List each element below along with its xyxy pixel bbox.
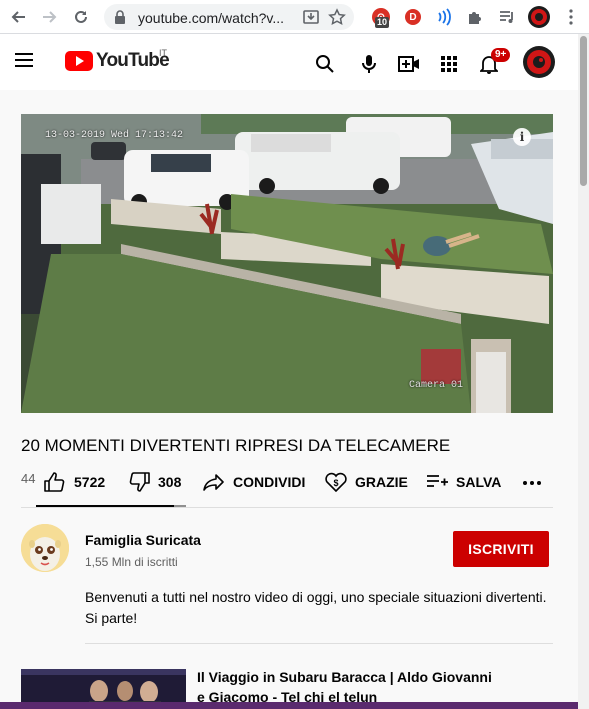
viewport: { "browser": { "url": "youtube.com/watch… — [0, 0, 589, 709]
divider — [21, 507, 553, 508]
video-timestamp-overlay: 13-03-2019 Wed 17:13:42 — [45, 130, 184, 141]
svg-text:$: $ — [333, 478, 338, 488]
dislike-count: 308 — [158, 474, 182, 490]
extension-d-icon[interactable]: D — [402, 6, 424, 28]
like-button[interactable]: 5722 — [44, 470, 105, 494]
view-count-partial: 44 — [21, 471, 36, 486]
video-camera-label: Camera 01 — [408, 380, 463, 391]
search-icon[interactable] — [313, 52, 337, 76]
youtube-play-icon — [65, 51, 93, 71]
subscriber-count: 1,55 Mln di iscritti — [85, 555, 178, 569]
youtube-logo[interactable]: YouTube — [65, 50, 170, 72]
dislike-button[interactable]: 308 — [128, 470, 181, 494]
more-actions-icon[interactable] — [522, 473, 542, 491]
microphone-icon[interactable] — [357, 52, 381, 76]
kebab-menu-icon[interactable] — [560, 6, 582, 28]
info-icon[interactable]: i — [513, 128, 531, 146]
extensions-puzzle-icon[interactable] — [464, 6, 486, 28]
forward-arrow-icon[interactable] — [38, 6, 60, 28]
address-bar[interactable]: youtube.com/watch?v... — [104, 4, 354, 30]
scrollbar-thumb[interactable] — [580, 36, 587, 186]
back-arrow-icon[interactable] — [8, 6, 30, 28]
create-video-icon[interactable] — [397, 52, 421, 76]
apps-grid-icon[interactable] — [437, 52, 461, 76]
subscribe-button[interactable]: ISCRIVITI — [453, 531, 549, 567]
save-label: SALVA — [456, 474, 502, 490]
thanks-label: GRAZIE — [355, 474, 408, 490]
extension-d-letter: D — [405, 9, 421, 25]
heart-dollar-icon: $ — [325, 472, 347, 492]
account-avatar[interactable] — [523, 46, 555, 83]
bookmark-star-icon[interactable] — [328, 8, 346, 31]
share-arrow-icon — [203, 474, 224, 491]
divider — [85, 643, 553, 644]
share-label: CONDIVIDI — [233, 474, 306, 490]
notification-count-badge: 9+ — [491, 48, 511, 62]
youtube-logo-text: YouTube — [96, 50, 170, 71]
channel-avatar[interactable] — [21, 524, 69, 572]
video-title: 20 MOMENTI DIVERTENTI RIPRESI DA TELECAM… — [21, 436, 451, 455]
save-button[interactable]: SALVA — [426, 470, 501, 494]
media-queue-icon[interactable] — [496, 6, 518, 28]
extension-badge: 10 — [375, 17, 390, 28]
thanks-button[interactable]: $ GRAZIE — [325, 470, 408, 494]
channel-name[interactable]: Famiglia Suricata — [85, 532, 201, 548]
video-description: Benvenuti a tutti nel nostro video di og… — [85, 589, 547, 626]
url-text[interactable]: youtube.com/watch?v... — [138, 10, 284, 26]
country-code: IT — [159, 48, 167, 58]
video-frame — [21, 114, 553, 413]
share-button[interactable]: CONDIVIDI — [203, 470, 305, 494]
recommendation-title[interactable]: Il Viaggio in Subaru Baracca | Aldo Giov… — [197, 667, 497, 707]
video-player[interactable]: 13-03-2019 Wed 17:13:42 Camera 01 i — [21, 114, 553, 413]
reload-icon[interactable] — [70, 6, 92, 28]
thumbs-up-icon — [44, 472, 65, 492]
playlist-add-icon — [427, 475, 448, 487]
like-count: 5722 — [74, 474, 106, 490]
hamburger-menu-icon[interactable] — [14, 52, 34, 73]
chrome-profile-avatar[interactable] — [528, 6, 550, 28]
install-app-icon[interactable] — [302, 8, 320, 31]
youtube-masthead: YouTube IT — [0, 34, 578, 90]
browser-toolbar: youtube.com/watch?v... ⊙ 10 D — [0, 0, 589, 34]
taskbar-strip — [0, 702, 589, 709]
thumbs-down-icon — [129, 472, 150, 492]
extension-wave-icon[interactable] — [432, 6, 454, 28]
lock-icon[interactable] — [114, 10, 126, 29]
